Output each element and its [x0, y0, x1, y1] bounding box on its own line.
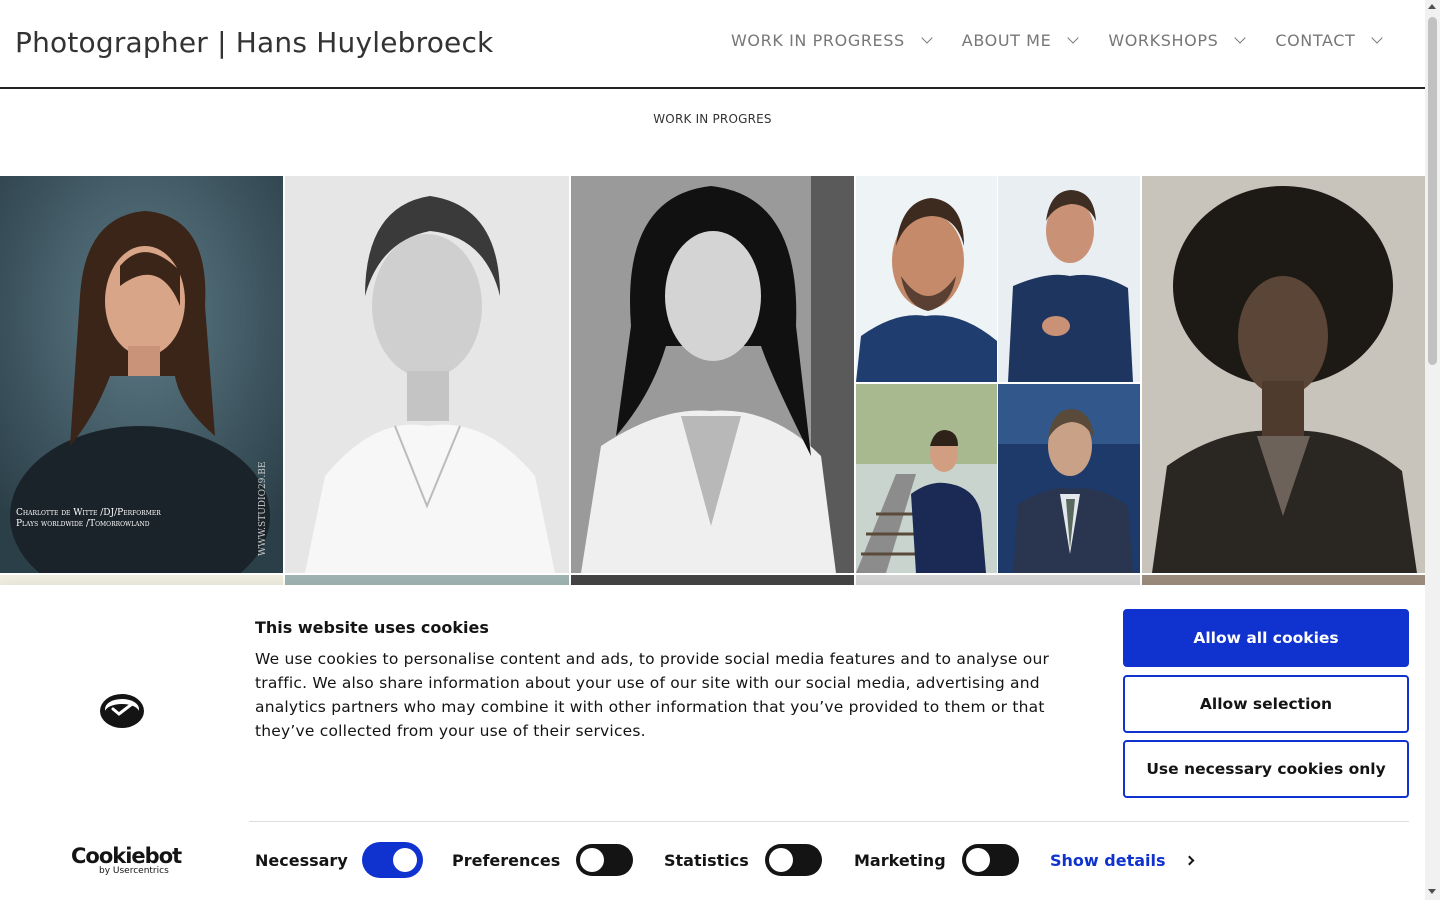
portrait-image — [856, 176, 997, 382]
nav-contact[interactable]: CONTACT — [1275, 31, 1384, 50]
switch-knob — [392, 848, 417, 872]
chevron-right-icon — [1184, 855, 1194, 866]
chevron-down-icon — [921, 31, 933, 44]
caption-line: Charlotte de Witte /DJ/Performer — [16, 508, 161, 518]
show-details-link[interactable]: Show details — [1050, 851, 1194, 870]
brand-by: by Usercentrics — [99, 866, 169, 876]
cookiebot-logo-icon — [99, 693, 145, 733]
cookie-title: This website uses cookies — [255, 618, 489, 637]
switch-knob — [965, 848, 990, 872]
switch-knob — [580, 848, 605, 872]
portrait-image — [571, 176, 854, 573]
photo-tile-white-blouse[interactable] — [571, 176, 854, 573]
toggle-label: Necessary — [255, 850, 348, 870]
cookiebot-brand[interactable]: Cookiebot by Usercentrics — [71, 844, 182, 876]
switch-knob — [768, 848, 793, 872]
nav-work-in-progress[interactable]: WORK IN PROGRESS — [731, 31, 933, 50]
toggle-label: Statistics — [664, 850, 749, 870]
toggle-preferences: Preferences — [452, 843, 634, 877]
photo-tile-curly-hair[interactable] — [1142, 176, 1425, 573]
photo-tile-man-smile[interactable] — [998, 176, 1140, 382]
caption-line: Plays worldwide /Tomorrowland — [16, 519, 150, 529]
allow-all-cookies-button[interactable]: Allow all cookies — [1123, 609, 1409, 667]
portrait-image — [285, 176, 569, 573]
toggle-necessary: Necessary — [255, 843, 421, 877]
marketing-switch[interactable] — [961, 844, 1019, 876]
site-header: Photographer | Hans Huylebroeck WORK IN … — [0, 0, 1425, 89]
photo-tile-charlotte[interactable]: Charlotte de Witte /DJ/Performer Plays w… — [0, 176, 283, 573]
portrait-image — [1142, 176, 1425, 573]
portrait-image — [856, 384, 997, 573]
nav-about-me[interactable]: ABOUT ME — [961, 31, 1079, 50]
cookie-banner: This website uses cookies We use cookies… — [0, 585, 1425, 900]
nav-label: ABOUT ME — [961, 31, 1052, 50]
necessary-switch[interactable] — [363, 844, 421, 876]
main-nav: WORK IN PROGRESS ABOUT ME WORKSHOPS CONT… — [731, 31, 1412, 50]
photo-tile-man-beard[interactable] — [856, 176, 997, 382]
photo-tile-man-window[interactable] — [998, 384, 1140, 573]
photo-tile-white-shirt[interactable] — [285, 176, 569, 573]
site-title[interactable]: Photographer | Hans Huylebroeck — [15, 26, 493, 59]
watermark: WWW.STUDIO29.BE — [258, 461, 268, 556]
toggle-label: Marketing — [854, 850, 946, 870]
nav-workshops[interactable]: WORKSHOPS — [1108, 31, 1246, 50]
toggle-label: Preferences — [452, 850, 561, 870]
page-subtitle: WORK IN PROGRES — [653, 112, 772, 126]
divider — [249, 821, 1409, 822]
portrait-image — [998, 384, 1140, 573]
allow-selection-button[interactable]: Allow selection — [1123, 675, 1409, 733]
cookie-description: We use cookies to personalise content an… — [255, 650, 1050, 740]
nav-label: WORKSHOPS — [1108, 31, 1219, 50]
chevron-down-icon — [1371, 31, 1384, 44]
brand-name: Cookiebot — [71, 844, 182, 868]
nav-label: CONTACT — [1275, 31, 1356, 50]
toggle-statistics: Statistics — [664, 843, 822, 877]
chevron-down-icon — [1234, 31, 1246, 44]
toggle-marketing: Marketing — [854, 843, 1019, 877]
nav-label: WORK IN PROGRESS — [731, 31, 905, 50]
scrollbar[interactable] — [1425, 0, 1440, 900]
scrollbar-thumb[interactable] — [1428, 17, 1437, 365]
preferences-switch[interactable] — [576, 844, 634, 876]
chevron-down-icon — [1067, 31, 1079, 44]
statistics-switch[interactable] — [764, 844, 822, 876]
necessary-only-button[interactable]: Use necessary cookies only — [1123, 740, 1409, 798]
photo-caption: Charlotte de Witte /DJ/Performer Plays w… — [16, 508, 161, 530]
scroll-up-arrow-icon[interactable] — [1428, 4, 1436, 9]
photo-gallery: Charlotte de Witte /DJ/Performer Plays w… — [0, 176, 1425, 596]
photo-tile-man-tracks[interactable] — [856, 384, 997, 573]
show-details-label: Show details — [1050, 851, 1166, 870]
portrait-image — [998, 176, 1140, 382]
scroll-down-arrow-icon[interactable] — [1428, 889, 1436, 894]
